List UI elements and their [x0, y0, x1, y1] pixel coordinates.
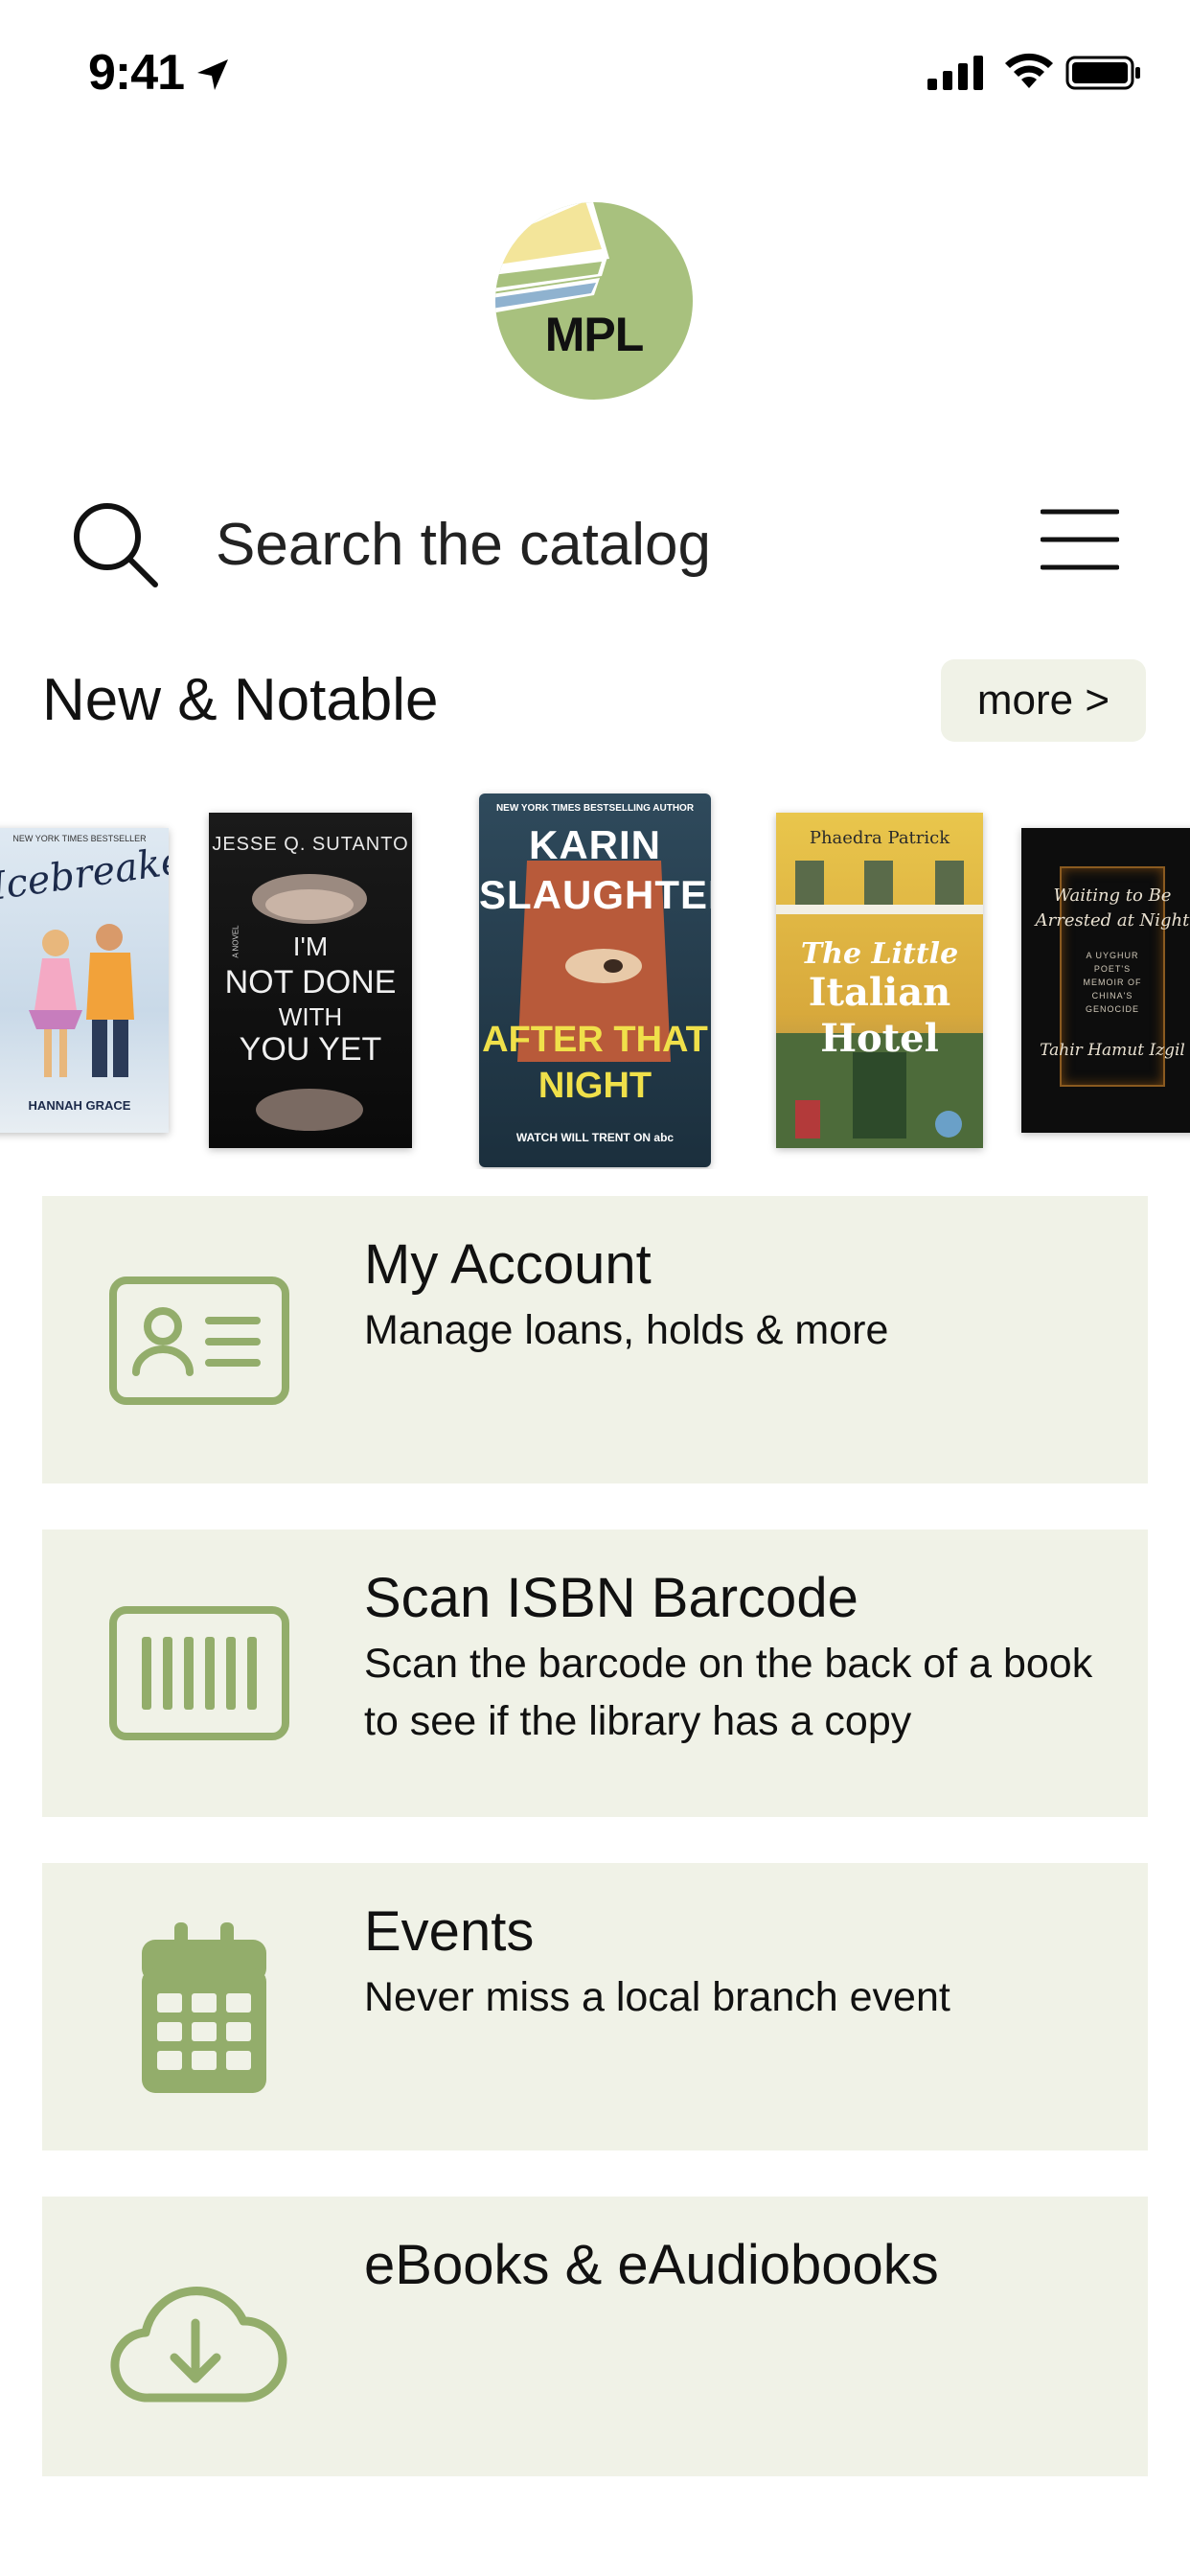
face-illustration-icon — [256, 1089, 363, 1131]
book-cover-text: POET'S — [1093, 964, 1132, 974]
new-notable-title: New & Notable — [42, 667, 439, 733]
search-icon[interactable] — [67, 496, 163, 592]
card-title: My Account — [364, 1233, 652, 1296]
calendar-icon — [142, 1922, 266, 2093]
book-cover[interactable]: Phaedra Patrick The Little Italian Hotel — [776, 813, 983, 1148]
events-card[interactable]: Events Never miss a local branch event — [42, 1863, 1148, 2150]
cloud-download-icon — [110, 2287, 287, 2403]
book-cover-title: Waiting to Be — [1053, 886, 1172, 906]
logo-mark-icon — [495, 202, 693, 400]
card-description: Never miss a local branch event — [364, 1974, 950, 2020]
card-description: Scan the barcode on the back of a book t… — [364, 1641, 1093, 1744]
id-card-icon — [109, 1276, 289, 1405]
ebooks-card[interactable]: eBooks & eAudiobooks — [42, 2196, 1148, 2476]
book-cover-author: Phaedra Patrick — [809, 828, 950, 848]
scan-barcode-card[interactable]: Scan ISBN Barcode Scan the barcode on th… — [42, 1530, 1148, 1817]
book-cover-title: Arrested at Night — [1035, 910, 1190, 931]
book-carousel[interactable]: NEW YORK TIMES BESTSELLER Icebreaker HAN… — [0, 786, 1190, 1169]
card-description: Manage loans, holds & more — [364, 1307, 889, 1353]
book-cover-text: CHINA'S — [1091, 991, 1133, 1000]
library-logo: MPL — [494, 201, 694, 401]
book-cover-text: NEW YORK TIMES BESTSELLER — [12, 834, 147, 843]
face-illustration-icon — [252, 874, 367, 924]
book-cover-text: GENOCIDE — [1085, 1004, 1139, 1014]
barcode-icon — [109, 1606, 289, 1740]
cellular-signal-icon — [927, 56, 983, 90]
book-cover-title: Hotel — [820, 1016, 939, 1061]
book-cover-title: NIGHT — [538, 1066, 652, 1106]
book-cover-title: The Little — [800, 937, 959, 971]
book-cover[interactable]: NEW YORK TIMES BESTSELLER Icebreaker HAN… — [0, 828, 169, 1133]
book-cover-text: MEMOIR OF — [1083, 978, 1142, 987]
card-title: Scan ISBN Barcode — [364, 1567, 858, 1629]
hamburger-menu-icon[interactable] — [1041, 506, 1119, 573]
book-cover[interactable]: NEW YORK TIMES BESTSELLING AUTHOR KARIN … — [479, 794, 711, 1167]
book-cover-title: Icebreaker — [0, 836, 169, 909]
book-cover-text: A UYGHUR — [1086, 951, 1139, 960]
book-cover-title: AFTER THAT — [482, 1020, 708, 1060]
book-cover-author: HANNAH GRACE — [28, 1098, 131, 1113]
my-account-card[interactable]: My Account Manage loans, holds & more — [42, 1196, 1148, 1484]
card-title: Events — [364, 1900, 535, 1963]
book-cover-title: YOU YET — [239, 1031, 382, 1068]
battery-icon — [1065, 56, 1140, 90]
location-arrow-icon — [197, 59, 228, 90]
search-input[interactable] — [216, 506, 944, 583]
status-bar: 9:41 — [0, 0, 1190, 144]
book-cover-title: NOT DONE — [224, 964, 397, 1000]
wifi-icon — [1005, 53, 1053, 88]
book-illustration-icon — [29, 924, 134, 1077]
book-cover-text: WATCH WILL TRENT ON abc — [515, 1131, 675, 1144]
logo-text: MPL — [544, 308, 645, 361]
book-cover-text: NEW YORK TIMES BESTSELLING AUTHOR — [495, 803, 695, 814]
book-cover-title: Italian — [808, 970, 951, 1015]
book-cover[interactable]: JESSE Q. SUTANTO A NOVEL I'M NOT DONE WI… — [209, 813, 412, 1148]
book-cover-author: KARIN — [529, 822, 661, 867]
book-cover[interactable]: Waiting to Be Arrested at Night A UYGHUR… — [1021, 828, 1190, 1133]
status-time: 9:41 — [88, 45, 185, 101]
book-cover-title: I'M — [292, 932, 329, 961]
book-cover-author: SLAUGHTER — [479, 872, 711, 917]
book-cover-author: Tahir Hamut Izgil — [1040, 1041, 1185, 1060]
book-cover-author: JESSE Q. SUTANTO — [212, 834, 409, 855]
search-bar — [0, 479, 1190, 604]
more-button[interactable]: more > — [941, 659, 1146, 742]
book-cover-title: WITH — [278, 1002, 343, 1031]
card-title: eBooks & eAudiobooks — [364, 2234, 939, 2296]
